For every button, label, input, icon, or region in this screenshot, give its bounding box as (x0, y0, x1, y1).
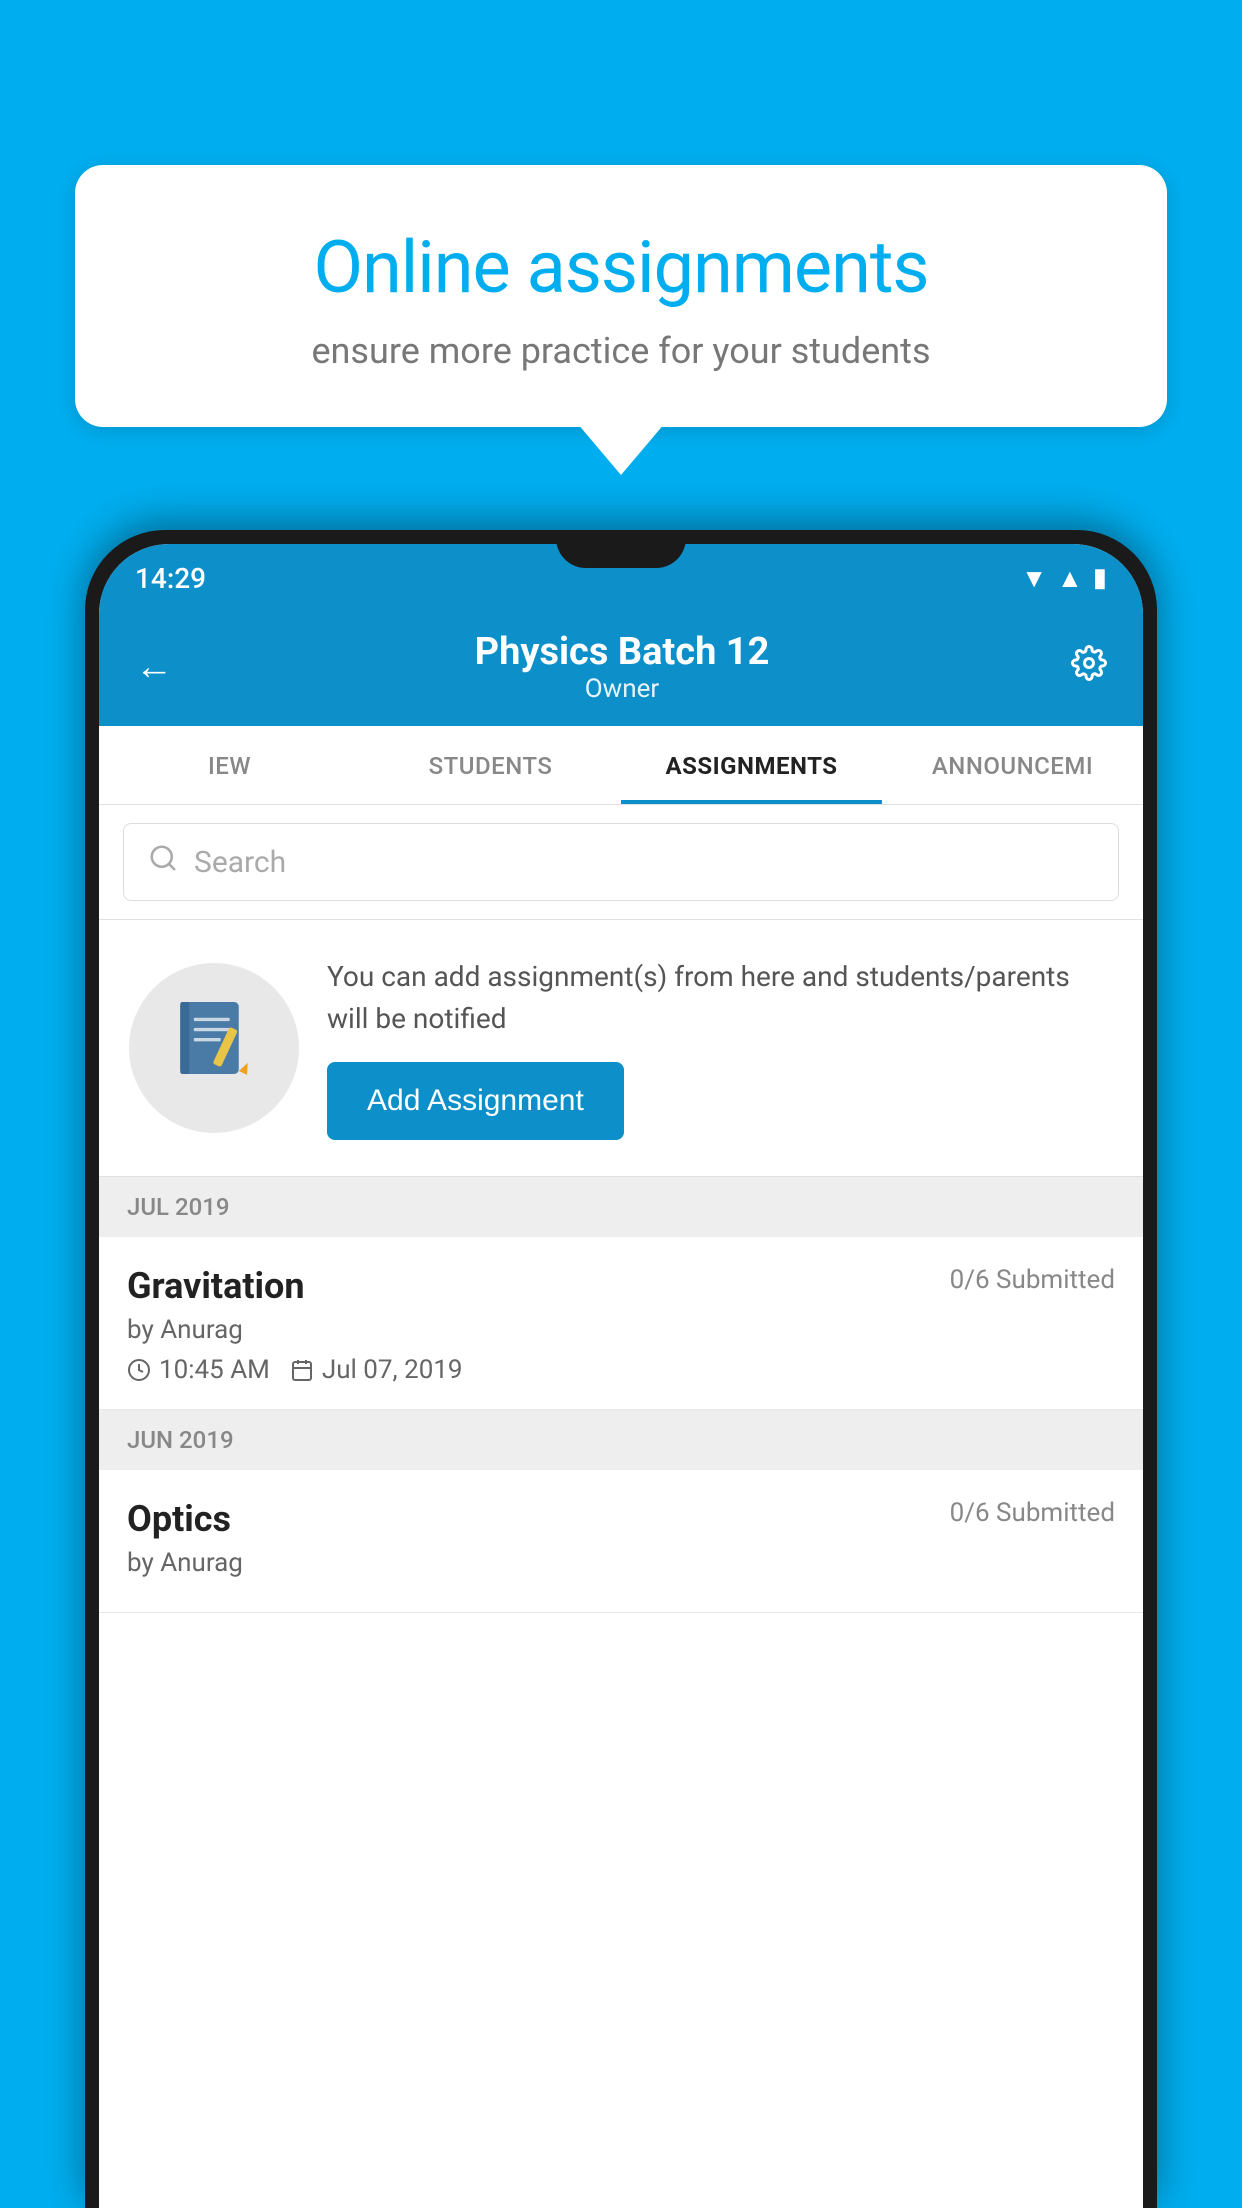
status-time: 14:29 (135, 562, 206, 595)
app-header: ← Physics Batch 12 Owner (99, 612, 1143, 726)
promo-text: You can add assignment(s) from here and … (327, 956, 1113, 1140)
search-placeholder: Search (194, 845, 286, 880)
assignment-top: Gravitation 0/6 Submitted (127, 1265, 1115, 1307)
info-card-subtitle: ensure more practice for your students (145, 330, 1097, 372)
promo-section: You can add assignment(s) from here and … (99, 920, 1143, 1177)
content-area: Search (99, 805, 1143, 1613)
notebook-icon (169, 993, 259, 1103)
tab-students[interactable]: STUDENTS (360, 726, 621, 804)
info-card-title: Online assignments (145, 225, 1097, 310)
promo-description: You can add assignment(s) from here and … (327, 956, 1113, 1040)
date-info: Jul 07, 2019 (290, 1355, 463, 1385)
search-input[interactable]: Search (123, 823, 1119, 901)
assignment-submitted-optics: 0/6 Submitted (950, 1498, 1115, 1528)
tabs: IEW STUDENTS ASSIGNMENTS ANNOUNCEMI (99, 726, 1143, 805)
header-title: Physics Batch 12 (173, 630, 1071, 674)
tab-iew[interactable]: IEW (99, 726, 360, 804)
status-icons: ▼ ▲ ▮ (1021, 563, 1107, 594)
section-jul-2019: JUL 2019 (99, 1177, 1143, 1237)
assignment-datetime-gravitation: 10:45 AM Jul 07, 2019 (127, 1355, 1115, 1385)
assignment-by-optics: by Anurag (127, 1548, 1115, 1578)
back-button[interactable]: ← (135, 645, 173, 689)
header-center: Physics Batch 12 Owner (173, 630, 1071, 704)
phone-notch (556, 530, 686, 568)
wifi-icon: ▼ (1021, 563, 1047, 594)
assignment-item-gravitation[interactable]: Gravitation 0/6 Submitted by Anurag 10:4… (99, 1237, 1143, 1410)
tab-announcements[interactable]: ANNOUNCEMI (882, 726, 1143, 804)
assignment-title-gravitation: Gravitation (127, 1265, 305, 1307)
header-subtitle: Owner (173, 674, 1071, 704)
add-assignment-button[interactable]: Add Assignment (327, 1062, 624, 1140)
signal-icon: ▲ (1057, 563, 1083, 594)
settings-button[interactable] (1071, 645, 1107, 690)
phone-screen: 14:29 ▼ ▲ ▮ ← Physics Batch 12 Owner (99, 544, 1143, 2208)
search-icon (148, 842, 178, 882)
battery-icon: ▮ (1093, 563, 1107, 593)
assignment-title-optics: Optics (127, 1498, 231, 1540)
assignment-top-optics: Optics 0/6 Submitted (127, 1498, 1115, 1540)
tab-assignments[interactable]: ASSIGNMENTS (621, 726, 882, 804)
search-bar: Search (99, 805, 1143, 920)
phone-frame: 14:29 ▼ ▲ ▮ ← Physics Batch 12 Owner (85, 530, 1157, 2208)
assignment-by-gravitation: by Anurag (127, 1315, 1115, 1345)
assignment-item-optics[interactable]: Optics 0/6 Submitted by Anurag (99, 1470, 1143, 1613)
info-card: Online assignments ensure more practice … (75, 165, 1167, 427)
assignment-submitted-gravitation: 0/6 Submitted (950, 1265, 1115, 1295)
time-info: 10:45 AM (127, 1355, 270, 1385)
section-jun-2019: JUN 2019 (99, 1410, 1143, 1470)
promo-icon-circle (129, 963, 299, 1133)
